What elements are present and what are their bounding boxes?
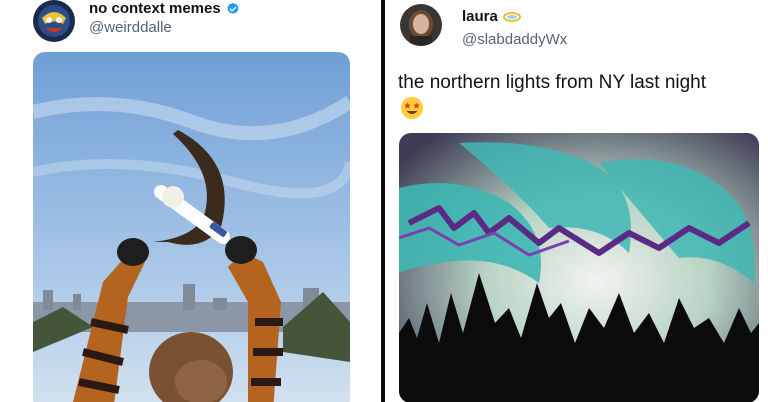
star-struck-emoji-icon bbox=[401, 97, 423, 119]
hammer-sickle-photo-icon bbox=[33, 52, 350, 402]
author-name-row: laura bbox=[462, 8, 521, 25]
avatar[interactable] bbox=[400, 4, 442, 46]
tweet-media-photo[interactable] bbox=[399, 133, 759, 402]
jazz-cup-aurora-photo-icon bbox=[399, 133, 759, 402]
tweet-card-right: laura @slabdaddyWx the northern lights f… bbox=[385, 0, 768, 402]
superhero-mask-avatar-icon bbox=[33, 0, 75, 42]
author-handle[interactable]: @weirddalle bbox=[89, 19, 172, 36]
tweet-text: the northern lights from NY last night bbox=[398, 72, 707, 93]
halo-icon bbox=[502, 11, 521, 22]
verified-badge-icon bbox=[227, 2, 239, 14]
tweet-card-left: no context memes @weirddalle bbox=[0, 0, 381, 402]
tweet-media-photo[interactable] bbox=[33, 52, 350, 402]
display-name[interactable]: laura bbox=[462, 8, 498, 25]
display-name[interactable]: no context memes bbox=[89, 0, 221, 17]
author-name-row: no context memes bbox=[89, 0, 240, 17]
author-handle[interactable]: @slabdaddyWx bbox=[462, 31, 567, 48]
avatar[interactable] bbox=[33, 0, 75, 42]
woman-portrait-avatar-icon bbox=[400, 4, 442, 46]
